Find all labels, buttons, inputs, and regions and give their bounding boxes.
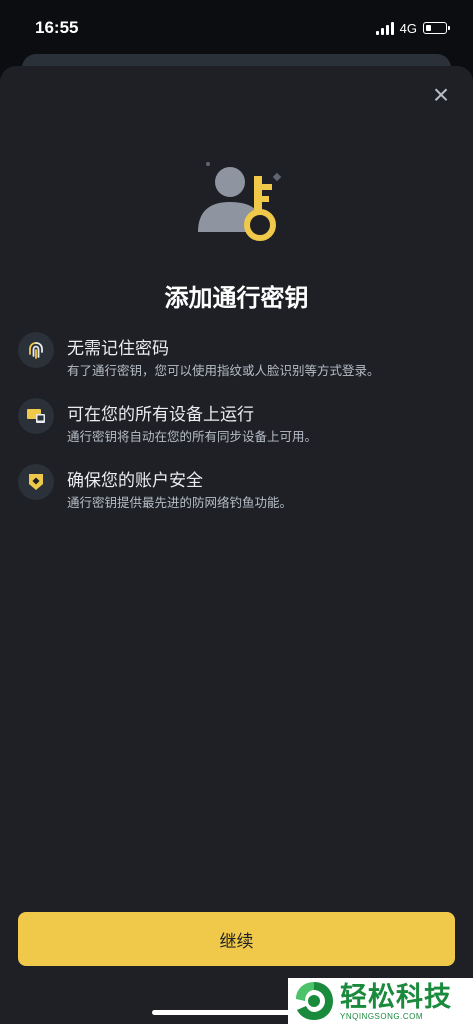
close-icon: × [432,79,450,110]
network-type: 4G [399,20,417,36]
watermark: 轻松科技 YNQINGSONG.COM [288,978,473,1024]
feature-description: 通行密钥提供最先进的防网络钓鱼功能。 [67,496,293,510]
shield-icon [18,464,54,500]
battery-icon [423,22,450,34]
feature-title: 无需记住密码 [67,339,169,358]
sheet-title: 添加通行密钥 [164,285,309,312]
home-indicator[interactable] [152,1010,292,1015]
status-time: 16:55 [35,18,79,37]
status-bar: 16:55 4G [0,0,473,56]
feature-description: 通行密钥将自动在您的所有同步设备上可用。 [67,430,318,444]
signal-icon [375,21,394,35]
passkey-user-key-icon [198,162,282,241]
watermark-logo-icon [296,982,333,1020]
continue-button[interactable]: 继续 [18,912,455,966]
fingerprint-icon [18,332,54,368]
close-button[interactable]: × [426,80,456,110]
feature-title: 可在您的所有设备上运行 [67,405,254,424]
battery-level [425,24,431,31]
feature-description: 有了通行密钥，您可以使用指纹或人脸识别等方式登录。 [67,364,380,378]
watermark-title: 轻松科技 [340,981,452,1012]
feature-title: 确保您的账户安全 [67,471,203,490]
status-indicators: 4G [375,20,450,36]
devices-icon [18,398,54,434]
watermark-url: YNQINGSONG.COM [340,1011,424,1021]
